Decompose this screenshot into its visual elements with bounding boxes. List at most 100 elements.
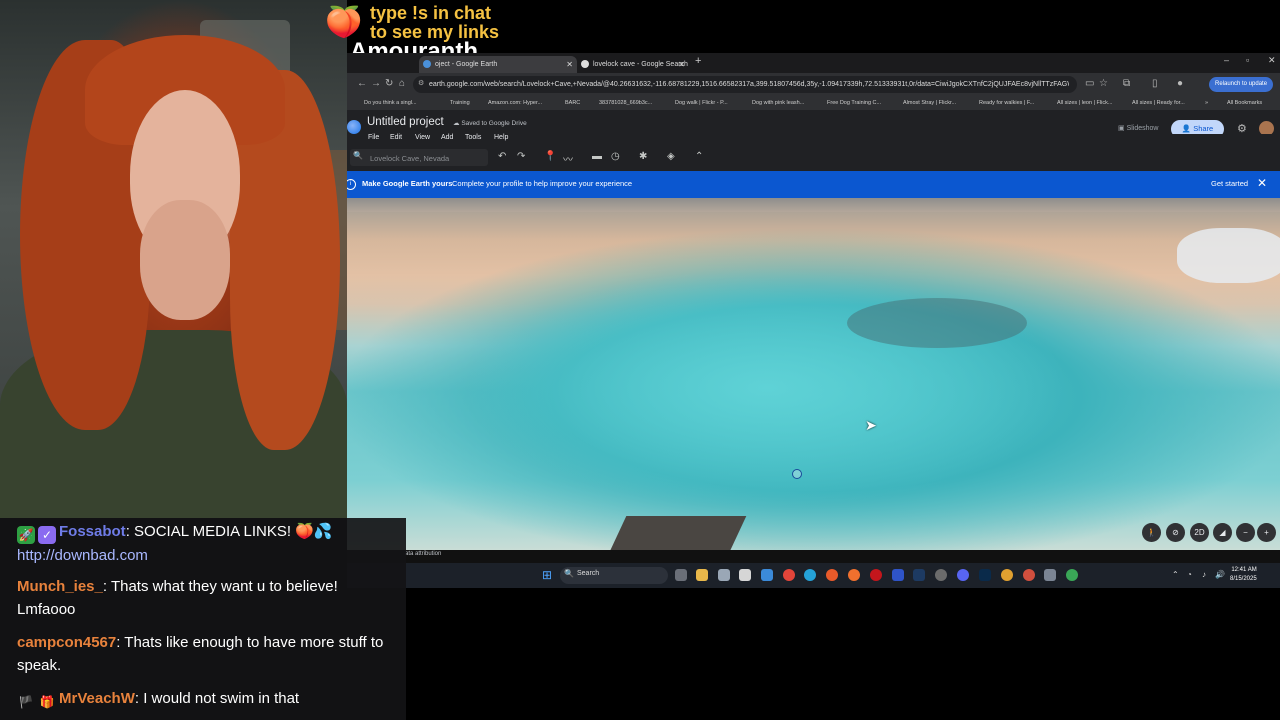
- chat-username[interactable]: campcon4567: [17, 634, 116, 651]
- network-icon[interactable]: ◔: [1187, 570, 1192, 579]
- tab-google-search[interactable]: lovelock cave - Google Search ✕: [577, 56, 689, 73]
- bookmark-item[interactable]: Do you think a singl...: [364, 96, 417, 110]
- ruler-icon[interactable]: ▬: [592, 151, 602, 162]
- close-icon[interactable]: ✕: [1257, 176, 1267, 190]
- toggle-2d-button[interactable]: 2D: [1190, 523, 1209, 542]
- menu-file[interactable]: File: [368, 134, 379, 141]
- new-tab-button[interactable]: +: [695, 55, 701, 67]
- edge-icon[interactable]: [804, 569, 816, 581]
- home-icon[interactable]: ⌂: [399, 78, 405, 89]
- pegman-icon[interactable]: 🚶: [1142, 523, 1161, 542]
- close-tab-icon[interactable]: ✕: [678, 56, 685, 73]
- settings-gear-icon[interactable]: [1044, 569, 1056, 581]
- profile-icon[interactable]: ●: [1177, 78, 1183, 89]
- screen-cast-icon[interactable]: ▭: [1085, 78, 1094, 89]
- earth-search-box[interactable]: 🔍: [350, 149, 488, 166]
- draw-path-icon[interactable]: 〰: [563, 151, 573, 166]
- chevron-up-icon[interactable]: ⌃: [1172, 570, 1179, 579]
- bookmark-item[interactable]: All sizes | Ready for...: [1132, 96, 1185, 110]
- bookmark-item[interactable]: BARC: [565, 96, 580, 110]
- profile-banner: i Make Google Earth yours Complete your …: [347, 171, 1280, 198]
- placemark-icon[interactable]: 📍: [544, 151, 556, 162]
- app-icon[interactable]: [826, 569, 838, 581]
- chat-username[interactable]: Fossabot: [59, 523, 126, 540]
- firefox-icon[interactable]: [848, 569, 860, 581]
- bookmark-item[interactable]: Dog walk | Flickr - P...: [675, 96, 728, 110]
- location-marker-icon[interactable]: [792, 469, 802, 479]
- menu-view[interactable]: View: [415, 134, 430, 141]
- extensions-icon[interactable]: ⧉: [1123, 78, 1130, 89]
- opera-icon[interactable]: [870, 569, 882, 581]
- app-icon[interactable]: [718, 569, 730, 581]
- maximize-button[interactable]: ▫: [1246, 55, 1249, 65]
- file-explorer-icon[interactable]: [696, 569, 708, 581]
- url-text[interactable]: earth.google.com/web/search/Lovelock+Cav…: [429, 76, 1069, 93]
- zoom-out-icon[interactable]: −: [1236, 523, 1255, 542]
- microphone-icon[interactable]: ♪: [1202, 570, 1206, 579]
- bookmark-item[interactable]: Dog with pink leash...: [752, 96, 804, 110]
- saved-status-text: Saved to Google Drive: [461, 120, 527, 127]
- google-earth-logo-icon[interactable]: [347, 120, 361, 134]
- reload-icon[interactable]: ↻: [385, 78, 393, 89]
- redo-icon[interactable]: ↷: [517, 151, 525, 162]
- close-tab-icon[interactable]: ✕: [566, 56, 573, 73]
- get-started-button[interactable]: Get started: [1211, 179, 1248, 188]
- discord-icon[interactable]: [957, 569, 969, 581]
- relaunch-button[interactable]: Relaunch to update: [1209, 77, 1274, 92]
- obs-icon[interactable]: [935, 569, 947, 581]
- clock[interactable]: 12:41 AM 8/15/2025: [1230, 566, 1257, 584]
- bookmark-item[interactable]: Amazon.com: Hyper...: [488, 96, 542, 110]
- steam-icon[interactable]: [913, 569, 925, 581]
- all-bookmarks[interactable]: All Bookmarks: [1227, 96, 1262, 110]
- bookmark-star-icon[interactable]: ☆: [1099, 78, 1108, 89]
- task-view-icon[interactable]: [675, 569, 687, 581]
- minimize-button[interactable]: –: [1224, 55, 1229, 65]
- bookmark-overflow[interactable]: »: [1205, 96, 1208, 110]
- data-attribution-link[interactable]: ata attribution: [405, 551, 441, 557]
- chat-username[interactable]: Munch_ies_: [17, 578, 103, 595]
- bookmark-item[interactable]: All sizes | leon | Flick...: [1057, 96, 1112, 110]
- bookmark-item[interactable]: Training: [450, 96, 470, 110]
- project-title[interactable]: Untitled project: [367, 116, 444, 128]
- layers-icon[interactable]: ◈: [667, 151, 675, 162]
- bookmark-item[interactable]: Ready for walkies | F...: [979, 96, 1034, 110]
- menu-help[interactable]: Help: [494, 134, 508, 141]
- menu-edit[interactable]: Edit: [390, 134, 402, 141]
- zoom-in-icon[interactable]: +: [1257, 523, 1276, 542]
- bookmark-item[interactable]: Almost Stray | Flickr...: [903, 96, 956, 110]
- back-icon[interactable]: ←: [357, 78, 367, 89]
- address-bar[interactable]: ⚙ earth.google.com/web/search/Lovelock+C…: [413, 76, 1077, 93]
- chat-username[interactable]: MrVeachW: [59, 690, 135, 707]
- slideshow-button[interactable]: ▣ Slideshow: [1118, 124, 1158, 132]
- tilt-icon[interactable]: ◢: [1213, 523, 1232, 542]
- chevron-up-icon[interactable]: ⌃: [695, 151, 703, 162]
- chrome-icon[interactable]: [1001, 569, 1013, 581]
- sidebar-icon[interactable]: ▯: [1152, 78, 1158, 89]
- undo-icon[interactable]: ↶: [498, 151, 506, 162]
- site-info-icon[interactable]: ⚙: [418, 79, 424, 87]
- menu-add[interactable]: Add: [441, 134, 453, 141]
- windows-start-icon[interactable]: ⊞: [542, 569, 554, 581]
- chat-link[interactable]: http://downbad.com: [17, 547, 148, 564]
- app-icon[interactable]: [761, 569, 773, 581]
- store-icon[interactable]: [739, 569, 751, 581]
- close-window-button[interactable]: ✕: [1268, 55, 1276, 66]
- bookmark-item[interactable]: Free Dog Training C...: [827, 96, 881, 110]
- forward-icon[interactable]: →: [371, 78, 381, 89]
- tab-google-earth[interactable]: oject - Google Earth ✕: [419, 56, 577, 73]
- chrome-icon[interactable]: [1023, 569, 1035, 581]
- history-icon[interactable]: ◷: [611, 151, 620, 162]
- volume-icon[interactable]: 🔊: [1215, 570, 1225, 579]
- voyager-icon[interactable]: ✱: [639, 151, 647, 162]
- compass-icon[interactable]: ⊘: [1166, 523, 1185, 542]
- chrome-icon[interactable]: [783, 569, 795, 581]
- chat-message: Munch_ies_: Thats what they want u to be…: [17, 575, 397, 621]
- chrome-icon[interactable]: [1066, 569, 1078, 581]
- app-icon[interactable]: [892, 569, 904, 581]
- taskbar-search[interactable]: 🔍 Search: [560, 567, 668, 584]
- photoshop-icon[interactable]: [979, 569, 991, 581]
- earth-search-input[interactable]: [368, 151, 487, 165]
- bookmark-item[interactable]: 383781028_669b3c...: [599, 96, 652, 110]
- earth-3d-view[interactable]: ➤ 🚶 ⊘ 2D ◢ − +: [347, 198, 1280, 550]
- menu-tools[interactable]: Tools: [465, 134, 481, 141]
